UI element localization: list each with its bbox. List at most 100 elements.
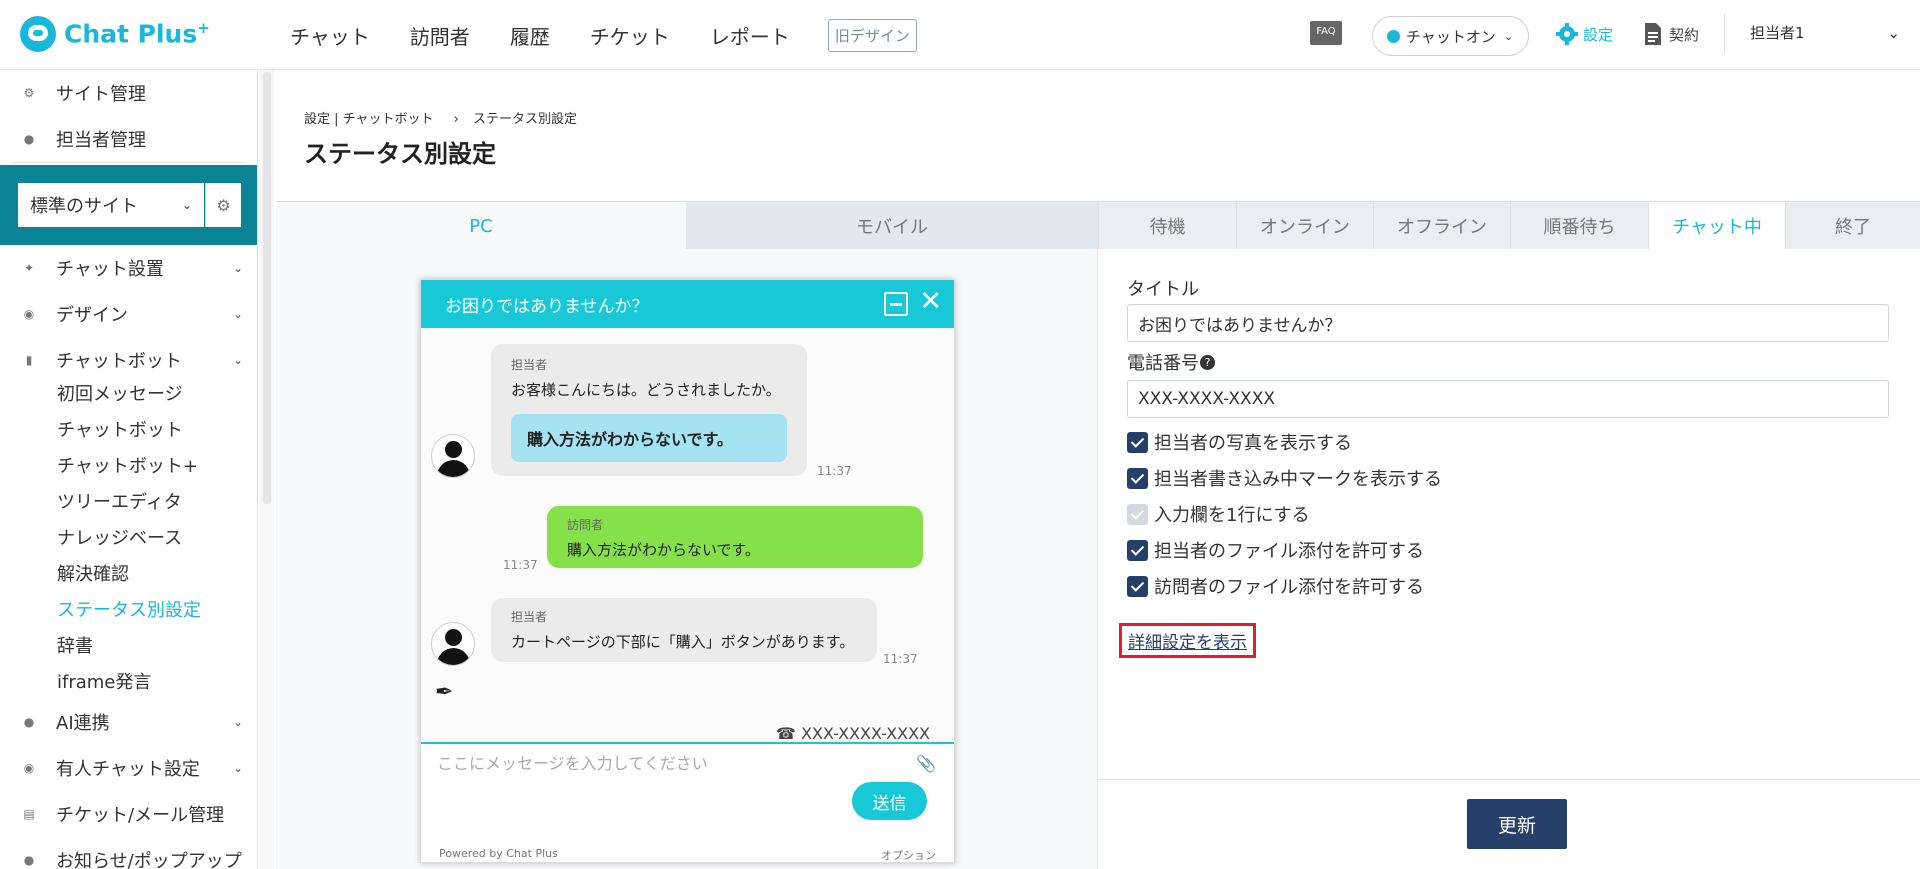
top-header: Chat Plus+ チャット 訪問者 履歴 チケット レポート 旧デザイン F… [0, 0, 1920, 70]
checkbox-visitor-file-attach[interactable]: 訪問者のファイル添付を許可する [1127, 573, 1424, 599]
checkbox-show-typing-mark[interactable]: 担当者書き込み中マークを表示する [1127, 465, 1442, 491]
sidebar-item-design[interactable]: ◉ デザイン ⌄ [0, 291, 257, 337]
tab-offline[interactable]: オフライン [1373, 202, 1510, 250]
update-button[interactable]: 更新 [1467, 799, 1567, 849]
message-text: 購入方法がわからないです。 [567, 541, 761, 559]
help-icon[interactable]: ? [1200, 354, 1215, 370]
sidebar-item-label: サイト管理 [56, 84, 146, 105]
sidebar-subitem-resolution-check[interactable]: 解決確認 [0, 555, 257, 591]
sidebar-subitem-status-settings[interactable]: ステータス別設定 [0, 591, 257, 627]
phone-number-text: XXX-XXXX-XXXX [801, 724, 930, 743]
sidebar-item-label: 担当者管理 [56, 130, 146, 151]
sidebar-subitem-knowledge-base[interactable]: ナレッジベース [0, 519, 257, 555]
logo-sup: + [197, 19, 210, 38]
contract-label: 契約 [1669, 25, 1700, 44]
chat-widget-preview: お困りではありませんか？ ✕ 担当者 お客様こんにちは。どうされましたか。 購入… [420, 279, 955, 863]
sidebar-item-operator-management[interactable]: ● 担当者管理 [0, 116, 257, 162]
sidebar-item-label: チャット設置 [56, 259, 164, 280]
sidebar-item-live-chat[interactable]: ◉ 有人チャット設定 ⌄ [0, 745, 257, 791]
message-input[interactable]: ここにメッセージを入力してください [437, 750, 708, 774]
sidebar-subitem-chatbot[interactable]: チャットボット [0, 411, 257, 447]
quick-reply-button[interactable]: 購入方法がわからないです。 [511, 414, 787, 462]
tab-mobile[interactable]: モバイル [686, 202, 1098, 250]
sidebar-item-site-management[interactable]: ⚙ サイト管理 [0, 70, 257, 116]
old-design-button[interactable]: 旧デザイン [827, 18, 917, 52]
paperclip-icon[interactable]: 📎 [916, 754, 936, 773]
sidebar-item-label: デザイン [56, 305, 128, 326]
chevron-down-icon: ⌄ [232, 307, 243, 321]
tab-standby[interactable]: 待機 [1098, 202, 1236, 250]
message-time: 11:37 [883, 652, 918, 666]
breadcrumb: 設定 | チャットボット › ステータス別設定 [304, 108, 583, 127]
sidebar-subitem-dictionary[interactable]: 辞書 [0, 627, 257, 663]
chat-status-label: チャットオン [1406, 27, 1496, 46]
sidebar-item-ai[interactable]: ● AI連携 ⌄ [0, 699, 257, 745]
tab-chatting[interactable]: チャット中 [1648, 202, 1785, 250]
chevron-down-icon: ⌄ [1887, 24, 1900, 42]
nav-tickets[interactable]: チケット [590, 21, 670, 50]
sidebar-scrollbar-thumb[interactable] [263, 72, 271, 504]
close-icon[interactable]: ✕ [919, 286, 942, 317]
sidebar-item-tickets[interactable]: ▤ チケット/メール管理 [0, 791, 257, 837]
sidebar-item-notifications[interactable]: ● お知らせ/ポップアップ [0, 837, 257, 869]
widget-header: お困りではありませんか？ ✕ [421, 280, 954, 328]
checkbox-label: 訪問者のファイル添付を許可する [1154, 577, 1424, 598]
tab-ended[interactable]: 終了 [1785, 202, 1920, 250]
checkbox[interactable] [1127, 431, 1148, 453]
show-advanced-settings-link[interactable]: 詳細設定を表示 [1119, 623, 1256, 658]
phone-number: ☎ XXX-XXXX-XXXX [776, 724, 930, 743]
chat-status-dropdown[interactable]: チャットオン ⌄ [1372, 16, 1529, 56]
tab-online[interactable]: オンライン [1236, 202, 1373, 250]
top-nav: チャット 訪問者 履歴 チケット レポート 旧デザイン [270, 0, 917, 70]
phone-label: 電話番号 ? [1127, 349, 1215, 375]
sidebar-item-chatbot[interactable]: ▮ チャットボット ⌄ [0, 337, 257, 383]
checkbox[interactable] [1127, 539, 1148, 561]
option-link[interactable]: オプション [881, 847, 936, 863]
minimize-icon[interactable] [884, 292, 908, 316]
visitor-message: 訪問者 購入方法がわからないです。 [547, 506, 923, 568]
settings-form: タイトル お困りではありませんか？ 電話番号 ? XXX-XXXX-XXXX 担… [1099, 249, 1920, 869]
title-label: タイトル [1127, 279, 1199, 300]
checkbox-label: 入力欄を1行にする [1154, 505, 1310, 526]
sidebar-item-label: チケット/メール管理 [56, 805, 225, 826]
phone-icon: ☎ [776, 724, 796, 743]
title-input[interactable]: お困りではありませんか？ [1127, 304, 1889, 342]
tools-icon: ✦ [23, 261, 35, 275]
checkbox-show-operator-photo[interactable]: 担当者の写真を表示する [1127, 429, 1352, 455]
nav-chat[interactable]: チャット [290, 21, 370, 50]
operator-avatar [431, 434, 475, 478]
phone-input[interactable]: XXX-XXXX-XXXX [1127, 380, 1889, 418]
powered-by: Powered by Chat Plus [439, 847, 558, 860]
nav-reports[interactable]: レポート [710, 21, 790, 50]
checkbox[interactable] [1127, 467, 1148, 489]
breadcrumb-current: ステータス別設定 [473, 112, 578, 127]
phone-label-text: 電話番号 [1127, 353, 1199, 374]
checkbox[interactable] [1127, 575, 1148, 597]
message-text: お客様こんにちは。どうされましたか。 [511, 381, 781, 399]
sidebar-subitem-tree-editor[interactable]: ツリーエディタ [0, 483, 257, 519]
nav-visitors[interactable]: 訪問者 [410, 21, 470, 50]
contract-link[interactable]: 契約 [1643, 22, 1699, 46]
headset-icon: ◉ [23, 761, 35, 775]
sidebar-subitem-chatbot-plus[interactable]: チャットボット+ [0, 447, 257, 483]
tab-pc[interactable]: PC [276, 202, 686, 250]
site-gear-icon[interactable]: ⚙ [205, 183, 241, 227]
settings-link[interactable]: 設定 [1555, 22, 1613, 46]
sidebar-divider [12, 162, 245, 163]
message-time: 11:37 [817, 464, 852, 478]
sidebar-subitem-iframe[interactable]: iframe発言 [0, 663, 257, 699]
checkbox-label: 担当者のファイル添付を許可する [1154, 541, 1424, 562]
send-button[interactable]: 送信 [852, 782, 927, 820]
sidebar-item-chat-setup[interactable]: ✦ チャット設置 ⌄ [0, 245, 257, 291]
site-select[interactable]: 標準のサイト ⌄ [18, 183, 204, 227]
faq-icon[interactable]: FAQ [1310, 21, 1342, 45]
user-menu[interactable]: 担当者1 ⌄ [1750, 22, 1900, 43]
gear-icon [1556, 23, 1578, 45]
chat-plus-logo[interactable]: Chat Plus+ [20, 14, 210, 54]
breadcrumb-parent[interactable]: 設定 | チャットボット [304, 112, 434, 127]
operator-avatar [431, 622, 475, 666]
checkbox-operator-file-attach[interactable]: 担当者のファイル添付を許可する [1127, 537, 1424, 563]
nav-history[interactable]: 履歴 [510, 21, 550, 50]
tab-queue[interactable]: 順番待ち [1510, 202, 1648, 250]
widget-preview-area: お困りではありませんか？ ✕ 担当者 お客様こんにちは。どうされましたか。 購入… [276, 249, 1098, 869]
